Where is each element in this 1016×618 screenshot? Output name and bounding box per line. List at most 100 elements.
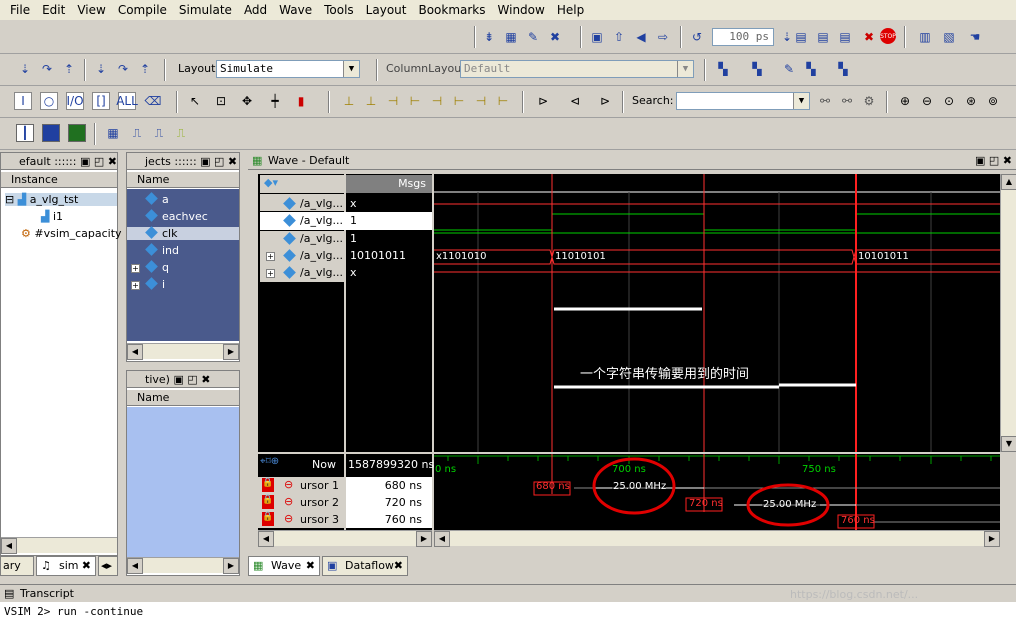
- scroll-right-icon[interactable]: ▶: [416, 531, 432, 547]
- tab-dataflow[interactable]: ▣ Dataflow ✖: [322, 556, 408, 576]
- step-out-env-icon[interactable]: ⇡: [136, 60, 154, 78]
- tab-wave[interactable]: ▦ Wave ✖: [248, 556, 320, 576]
- cursor-delete-icon[interactable]: ⊖: [284, 512, 293, 525]
- instance-hscrollbar[interactable]: ◀: [1, 537, 117, 554]
- hand-icon[interactable]: ☚: [966, 28, 984, 46]
- up-icon[interactable]: ⇧: [610, 28, 628, 46]
- cursor-value[interactable]: 760 ns: [346, 511, 432, 528]
- move-icon[interactable]: ✥: [238, 92, 256, 110]
- expand-plus-icon[interactable]: +: [266, 269, 275, 278]
- cursor-row-1[interactable]: 🔒 ⊖ ursor 1: [258, 477, 344, 494]
- collapse-icon[interactable]: ⊟: [5, 193, 14, 206]
- signal-name[interactable]: /a_vlg...: [300, 249, 343, 262]
- close-icon[interactable]: ✖: [82, 557, 91, 575]
- step-over-env-icon[interactable]: ↷: [114, 60, 132, 78]
- cursor-delete-icon[interactable]: ⊖: [284, 478, 293, 491]
- menu-wave[interactable]: Wave: [273, 0, 318, 20]
- wave-add-icon[interactable]: ▚: [714, 60, 732, 78]
- objects-hscrollbar[interactable]: ◀ ▶: [127, 343, 239, 360]
- wave-pulse-icon[interactable]: ⎍: [150, 124, 168, 142]
- signal-name[interactable]: /a_vlg...: [300, 266, 343, 279]
- scroll-down-icon[interactable]: ▼: [1001, 436, 1016, 452]
- wave-bars-icon[interactable]: [42, 124, 60, 142]
- edit-icon[interactable]: ✎: [524, 28, 542, 46]
- zoom-full-icon[interactable]: ⊙: [940, 92, 958, 110]
- compile-icon[interactable]: ▣: [588, 28, 606, 46]
- step-over-icon[interactable]: ↷: [38, 60, 56, 78]
- find-options-icon[interactable]: ⚙: [860, 92, 878, 110]
- edge-next-icon[interactable]: ⊢: [406, 92, 424, 110]
- object-item-clk[interactable]: clk: [127, 226, 239, 240]
- cursor-row-3[interactable]: 🔒 ⊖ ursor 3: [258, 511, 344, 528]
- delete-icon[interactable]: ✖: [546, 28, 564, 46]
- close-icon[interactable]: ✖: [394, 557, 403, 575]
- object-item-eachvec[interactable]: eachvec: [145, 209, 208, 223]
- menu-edit[interactable]: Edit: [36, 0, 71, 20]
- scroll-right-icon[interactable]: ▶: [984, 531, 1000, 547]
- tab-scroll-icon[interactable]: ◂▸: [98, 556, 118, 576]
- close-icon[interactable]: ✖: [306, 557, 315, 575]
- object-item-ind[interactable]: ind: [145, 243, 179, 257]
- object-item-q[interactable]: q: [145, 260, 169, 274]
- wave-title-controls[interactable]: ▣ ◰ ✖: [975, 152, 1012, 170]
- menu-file[interactable]: File: [4, 0, 36, 20]
- objects-header[interactable]: Name: [127, 172, 239, 188]
- wave-edit-icon[interactable]: ✎: [780, 60, 798, 78]
- step-out-icon[interactable]: ⇡: [60, 60, 78, 78]
- cursor-flag[interactable]: 680 ns: [536, 481, 570, 492]
- chevron-down-icon[interactable]: ▼: [793, 93, 809, 109]
- run-all-icon[interactable]: ▤: [792, 28, 810, 46]
- menu-view[interactable]: View: [71, 0, 111, 20]
- expand-plus-icon[interactable]: +: [131, 264, 140, 273]
- dataflow-trace-icon[interactable]: ⊳: [596, 92, 614, 110]
- ruler-icon[interactable]: ┿: [266, 92, 284, 110]
- zoom-cursor-icon[interactable]: ⊛: [962, 92, 980, 110]
- step-into-icon[interactable]: ⇣: [16, 60, 34, 78]
- menu-add[interactable]: Add: [238, 0, 273, 20]
- run-icon[interactable]: ⇟: [480, 28, 498, 46]
- bracket-icon[interactable]: []: [92, 92, 110, 110]
- stop-icon[interactable]: STOP: [880, 28, 896, 44]
- search-input[interactable]: ▼: [676, 92, 810, 110]
- wave-grid-icon[interactable]: ▦: [104, 124, 122, 142]
- menu-bookmarks[interactable]: Bookmarks: [412, 0, 491, 20]
- wave-names-hscrollbar[interactable]: ◀ ▶: [258, 530, 432, 547]
- cursor-flag[interactable]: 760 ns: [841, 515, 875, 526]
- scroll-right-icon[interactable]: ▶: [223, 344, 239, 360]
- chevron-down-icon[interactable]: ▼: [343, 61, 359, 77]
- edge-fall-icon[interactable]: ⊣: [428, 92, 446, 110]
- cursor-add-icon[interactable]: ⊥: [340, 92, 358, 110]
- tab-sim[interactable]: ♫ sim ✖: [36, 556, 96, 576]
- menu-window[interactable]: Window: [492, 0, 551, 20]
- back-icon[interactable]: ◀: [632, 28, 650, 46]
- menu-tools[interactable]: Tools: [318, 0, 360, 20]
- object-item-i[interactable]: i: [145, 277, 165, 291]
- signal-name[interactable]: /a_vlg...: [300, 232, 343, 245]
- text-icon[interactable]: I: [14, 92, 32, 110]
- chevron-down-icon[interactable]: ▼: [677, 61, 693, 77]
- cursor-flag[interactable]: 720 ns: [689, 498, 723, 509]
- signal-name[interactable]: /a_vlg...: [300, 197, 343, 210]
- wave-export-icon[interactable]: ▚: [834, 60, 852, 78]
- cursor-timeline[interactable]: [434, 454, 1000, 530]
- wave-insert-icon[interactable]: ▚: [748, 60, 766, 78]
- column-layout-select[interactable]: Default ▼: [460, 60, 694, 78]
- object-item-a[interactable]: a: [145, 192, 169, 206]
- wave-group-icon[interactable]: ▚: [802, 60, 820, 78]
- zoom-out-icon[interactable]: ⊖: [918, 92, 936, 110]
- tree-item-vsim-capacity[interactable]: ⚙ #vsim_capacity: [21, 227, 122, 240]
- wave-format-icon[interactable]: ┃: [16, 124, 34, 142]
- expand-plus-icon[interactable]: +: [266, 252, 275, 261]
- wave-step-icon[interactable]: ⎍: [128, 124, 146, 142]
- continue-icon[interactable]: ▤: [814, 28, 832, 46]
- menu-simulate[interactable]: Simulate: [173, 0, 238, 20]
- processes-header[interactable]: Name: [127, 390, 239, 406]
- scroll-up-icon[interactable]: ▲: [1001, 174, 1016, 190]
- scroll-left-icon[interactable]: ◀: [127, 344, 143, 360]
- layout-select[interactable]: Simulate ▼: [216, 60, 360, 78]
- zoom-window-icon[interactable]: ▥: [916, 28, 934, 46]
- expand-plus-icon[interactable]: +: [131, 281, 140, 290]
- tree-item-a-vlg-tst[interactable]: ⊟ ▟ a_vlg_tst: [5, 193, 117, 206]
- forward-icon[interactable]: ⇨: [654, 28, 672, 46]
- scroll-left-icon[interactable]: ◀: [127, 558, 143, 574]
